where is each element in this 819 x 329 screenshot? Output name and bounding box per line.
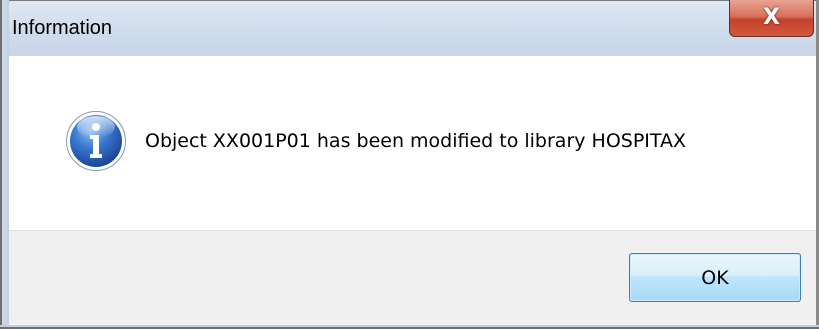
- window-frame-left: [0, 0, 9, 329]
- close-button[interactable]: X: [729, 0, 814, 37]
- button-bar: OK: [9, 230, 816, 325]
- ok-button[interactable]: OK: [629, 253, 801, 302]
- info-icon: [66, 111, 126, 171]
- information-dialog: Information X Object XX001P01 has been m…: [0, 0, 819, 329]
- message-text: Object XX001P01 has been modified to lib…: [145, 130, 687, 152]
- close-icon: X: [763, 5, 780, 30]
- message-area: Object XX001P01 has been modified to lib…: [9, 56, 816, 230]
- window-title: Information: [12, 17, 113, 39]
- window-frame-bottom: [0, 325, 819, 329]
- title-bar[interactable]: Information X: [9, 0, 816, 56]
